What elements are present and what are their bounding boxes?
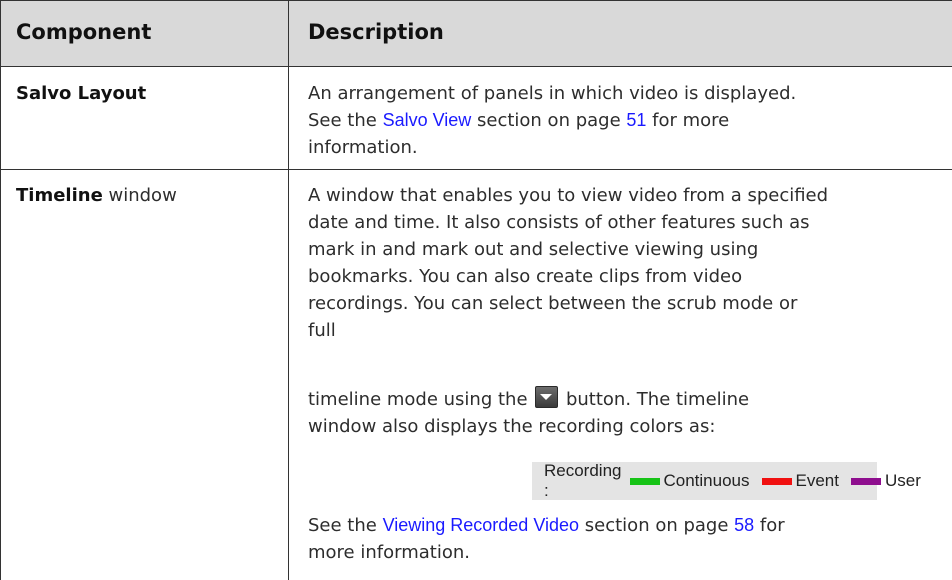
- legend-label: Recording :: [544, 461, 622, 500]
- see-viewing-recorded-video: See the Viewing Recorded Video section o…: [308, 512, 938, 566]
- salvo-view-link[interactable]: Salvo View: [383, 110, 472, 130]
- description-line: An arrangement of panels in which video …: [308, 83, 797, 104]
- description-line: information.: [308, 137, 418, 158]
- event-swatch-icon: [761, 477, 792, 485]
- header-component: Component: [16, 20, 152, 44]
- description-line: timeline mode using the button. The time…: [308, 386, 938, 413]
- description-line: more information.: [308, 542, 470, 563]
- description-line: See the Viewing Recorded Video section o…: [308, 515, 785, 536]
- description-line: recordings. You can select between the s…: [308, 293, 798, 314]
- page-58-link[interactable]: 58: [734, 515, 754, 535]
- description-line: date and time. It also consists of other…: [308, 212, 810, 233]
- page-51-link[interactable]: 51: [626, 110, 646, 130]
- legend-item-event: Event: [761, 471, 839, 491]
- row-divider: [0, 169, 952, 170]
- description-line: A window that enables you to view video …: [308, 185, 829, 206]
- legend-item-continuous: Continuous: [629, 471, 750, 491]
- description-line: See the Salvo View section on page 51 fo…: [308, 110, 730, 131]
- table-border-left: [0, 0, 1, 580]
- description-line: bookmarks. You can also create clips fro…: [308, 266, 743, 287]
- row-timeline-description: A window that enables you to view video …: [308, 182, 938, 344]
- user-swatch-icon: [851, 477, 881, 485]
- table-border-top: [0, 0, 952, 1]
- header-description: Description: [308, 20, 444, 44]
- component-table: Component Description Salvo Layout An ar…: [0, 0, 952, 580]
- header-divider: [0, 66, 952, 67]
- row-timeline-component: Timeline window: [16, 185, 177, 206]
- viewing-recorded-video-link[interactable]: Viewing Recorded Video: [383, 515, 579, 535]
- timeline-mode-text: timeline mode using the button. The time…: [308, 386, 938, 440]
- continuous-swatch-icon: [629, 477, 660, 485]
- description-line: full: [308, 320, 336, 341]
- description-line: window also displays the recording color…: [308, 416, 716, 437]
- row-salvo-layout-description: An arrangement of panels in which video …: [308, 80, 938, 161]
- description-line: mark in and mark out and selective viewi…: [308, 239, 759, 260]
- legend-item-user: User: [851, 471, 921, 491]
- recording-colors-legend: Recording : Continuous Event User: [532, 461, 921, 500]
- row-salvo-layout-component: Salvo Layout: [16, 83, 147, 104]
- column-divider: [288, 0, 289, 580]
- dropdown-arrow-icon[interactable]: [535, 386, 559, 408]
